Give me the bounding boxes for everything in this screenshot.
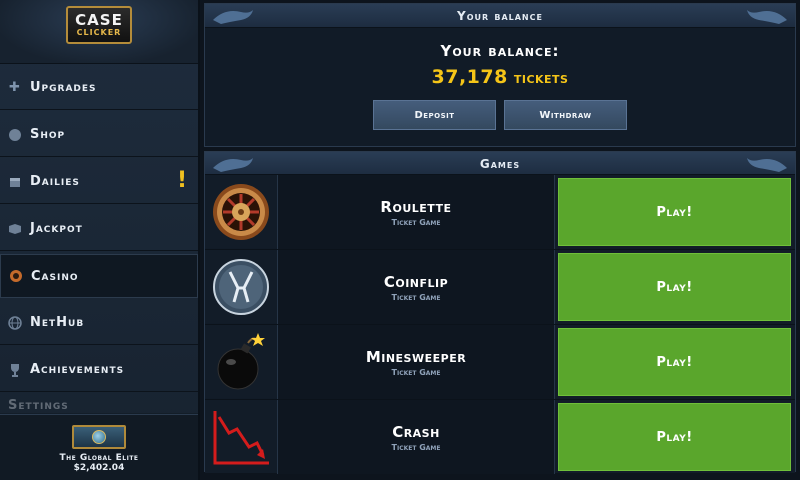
profile-card[interactable]: The Global Elite $2,402.04	[0, 414, 198, 480]
roulette-wheel-icon	[207, 177, 275, 247]
money-amount: $2,402.04	[73, 463, 125, 473]
games-panel-header: Games	[205, 152, 795, 176]
sidebar-item-achievements[interactable]: Achievements	[0, 348, 198, 392]
game-subtitle: Ticket Game	[391, 367, 441, 377]
game-name: Crash	[392, 422, 440, 441]
shop-icon	[8, 128, 22, 142]
game-subtitle: Ticket Game	[391, 442, 441, 452]
panel-title: Your balance	[457, 8, 543, 23]
coin-emblem-icon	[207, 252, 275, 322]
rank-badge-icon	[72, 425, 126, 449]
game-name: Roulette	[380, 197, 452, 216]
sidebar-item-label: Achievements	[30, 362, 125, 377]
game-subtitle: Ticket Game	[391, 292, 441, 302]
play-coinflip-button[interactable]: Play!	[558, 253, 791, 321]
sidebar-item-upgrades[interactable]: ✚ Upgrades	[0, 66, 198, 110]
balance-amount: 37,178 tickets	[205, 66, 795, 88]
game-row-crash: Crash Ticket Game Play!	[205, 399, 795, 474]
play-minesweeper-button[interactable]: Play!	[558, 328, 791, 396]
sidebar-item-nethub[interactable]: NetHub	[0, 301, 198, 345]
globe-icon	[8, 315, 22, 330]
balance-number: 37,178	[431, 66, 508, 88]
hawk-emblem-icon	[747, 10, 787, 24]
panel-title: Games	[479, 156, 521, 171]
play-crash-button[interactable]: Play!	[558, 403, 791, 471]
crash-chart-icon	[207, 402, 275, 472]
sidebar-item-casino[interactable]: Casino	[0, 254, 198, 298]
deposit-button[interactable]: Deposit	[373, 100, 496, 130]
balance-panel-header: Your balance	[205, 4, 795, 28]
notification-badge: !	[176, 168, 188, 193]
balance-panel: Your balance Your balance: 37,178 tickets…	[204, 3, 796, 147]
calendar-icon	[8, 175, 22, 189]
sidebar-item-label: NetHub	[30, 315, 85, 330]
sidebar-item-label: Shop	[30, 127, 66, 142]
game-name: Coinflip	[383, 272, 449, 291]
balance-title: Your balance:	[440, 42, 560, 60]
hawk-emblem-icon	[213, 158, 253, 172]
logo-area: CASE CLICKER	[0, 0, 198, 64]
game-info: Coinflip Ticket Game	[277, 250, 555, 324]
hawk-emblem-icon	[747, 158, 787, 172]
game-row-roulette: Roulette Ticket Game Play!	[205, 174, 795, 249]
withdraw-button[interactable]: Withdraw	[504, 100, 627, 130]
casino-chip-icon	[9, 269, 23, 283]
sidebar-item-settings[interactable]: Settings	[0, 395, 198, 414]
game-info: Crash Ticket Game	[277, 400, 555, 474]
jackpot-icon	[8, 222, 22, 236]
balance-actions: Deposit Withdraw	[205, 100, 795, 130]
logo-text-top: CASE	[75, 11, 123, 29]
logo-text-bottom: CLICKER	[76, 28, 122, 37]
play-roulette-button[interactable]: Play!	[558, 178, 791, 246]
sidebar-item-label: Dailies	[30, 174, 80, 189]
game-row-minesweeper: Minesweeper Ticket Game Play!	[205, 324, 795, 399]
sidebar-item-label: Settings	[8, 398, 69, 413]
games-panel: Games Roulette Ticket Game Play! Coinfli…	[204, 151, 796, 474]
sidebar: CASE CLICKER ✚ Upgrades Shop Dailies ! J…	[0, 0, 200, 480]
sidebar-item-label: Upgrades	[30, 80, 97, 95]
sidebar-item-dailies[interactable]: Dailies !	[0, 160, 198, 204]
bomb-icon	[207, 327, 275, 397]
game-subtitle: Ticket Game	[391, 217, 441, 227]
rank-name: The Global Elite	[59, 453, 139, 463]
game-name: Minesweeper	[365, 347, 467, 366]
trophy-icon	[8, 363, 22, 377]
hawk-emblem-icon	[213, 10, 253, 24]
sidebar-item-label: Casino	[31, 268, 79, 284]
balance-unit: tickets	[513, 68, 569, 87]
game-row-coinflip: Coinflip Ticket Game Play!	[205, 249, 795, 324]
plus-icon: ✚	[9, 80, 21, 95]
sidebar-item-jackpot[interactable]: Jackpot	[0, 207, 198, 251]
game-info: Roulette Ticket Game	[277, 175, 555, 249]
sidebar-item-shop[interactable]: Shop	[0, 113, 198, 157]
case-clicker-logo: CASE CLICKER	[66, 6, 132, 44]
sidebar-item-label: Jackpot	[30, 221, 83, 236]
game-info: Minesweeper Ticket Game	[277, 325, 555, 399]
